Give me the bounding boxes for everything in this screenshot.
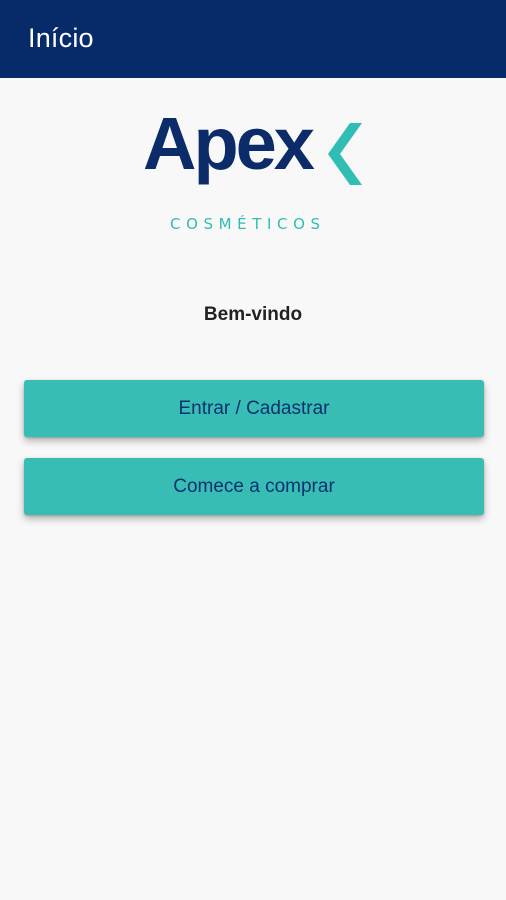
logo-subtitle: COSMÉTICOS bbox=[170, 215, 326, 233]
login-register-button[interactable]: Entrar / Cadastrar bbox=[24, 380, 484, 437]
logo-wordmark: Apex bbox=[143, 102, 315, 185]
brand-logo: Apex COSMÉTICOS bbox=[140, 107, 370, 245]
page-title: Início bbox=[28, 22, 94, 53]
welcome-text: Bem-vindo bbox=[203, 304, 303, 325]
app-bar: Início bbox=[0, 0, 506, 78]
logo-chevron-icon bbox=[328, 123, 362, 185]
start-shopping-button[interactable]: Comece a comprar bbox=[24, 458, 484, 515]
